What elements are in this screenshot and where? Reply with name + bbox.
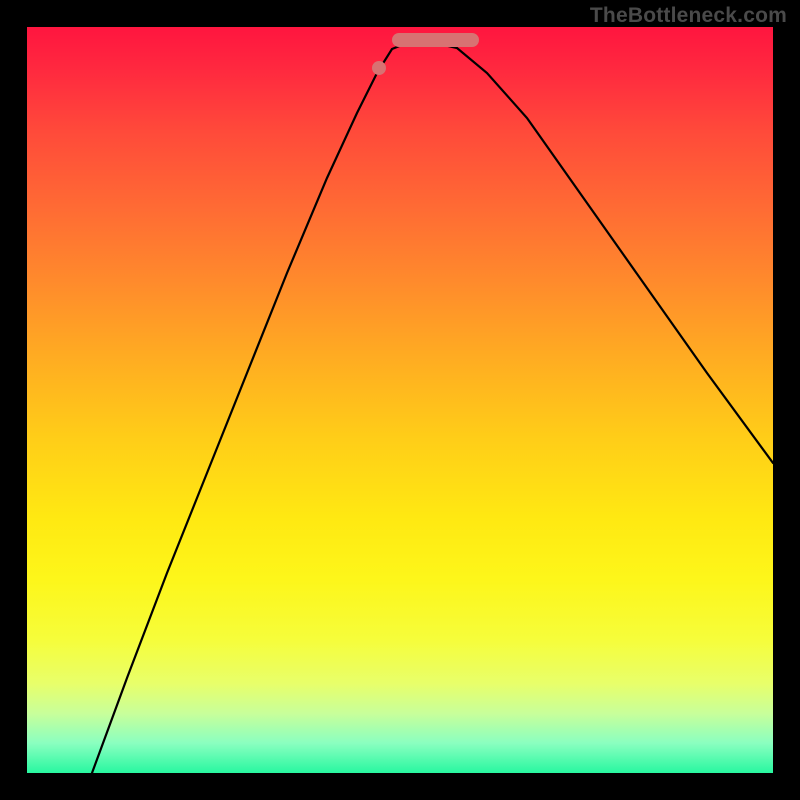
attribution-text: TheBottleneck.com (590, 4, 787, 28)
bottleneck-curve (27, 27, 773, 773)
chart-plot-area (27, 27, 773, 773)
